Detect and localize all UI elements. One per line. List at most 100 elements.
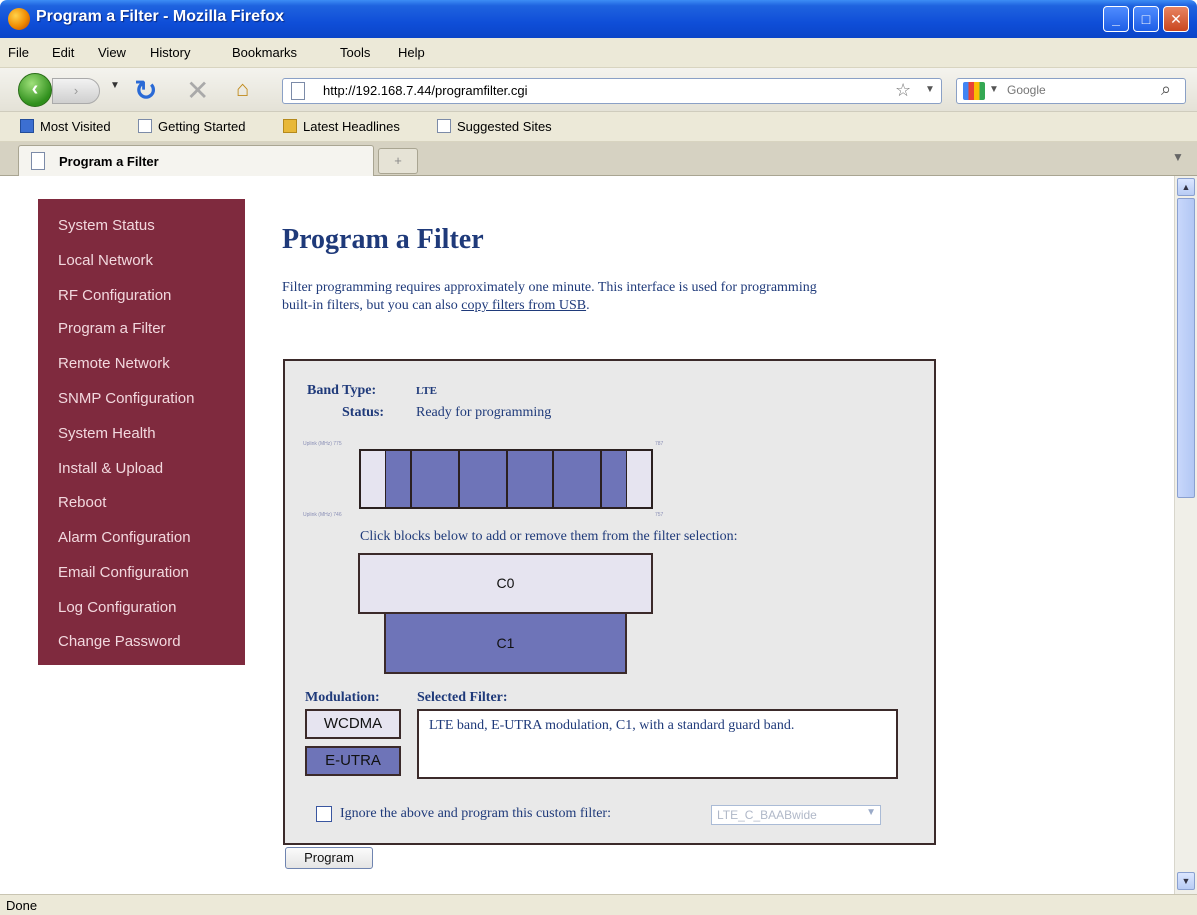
sidebar-item-change-password[interactable]: Change Password bbox=[58, 633, 181, 650]
spectrum-top-right-label: 787 bbox=[655, 441, 664, 447]
sidebar-item-alarm-configuration[interactable]: Alarm Configuration bbox=[58, 529, 191, 546]
block-c1[interactable]: C1 bbox=[384, 614, 627, 674]
sidebar-item-reboot[interactable]: Reboot bbox=[58, 494, 106, 511]
scroll-thumb[interactable] bbox=[1177, 198, 1195, 498]
search-engine-dropdown-icon[interactable]: ▼ bbox=[989, 84, 999, 95]
spectrum-block bbox=[385, 451, 411, 507]
vertical-scrollbar[interactable]: ▲ ▼ bbox=[1174, 176, 1197, 894]
sidebar-item-system-status[interactable]: System Status bbox=[58, 217, 155, 234]
spectrum-block bbox=[553, 451, 601, 507]
sidebar: System Status Local Network RF Configura… bbox=[38, 199, 245, 665]
forward-button[interactable]: › bbox=[52, 78, 100, 104]
menu-file[interactable]: File bbox=[8, 45, 29, 60]
menu-edit[interactable]: Edit bbox=[52, 45, 74, 60]
new-tab-button[interactable]: + bbox=[378, 148, 418, 174]
spectrum-top-left-label: Uplink (MHz) 775 bbox=[303, 441, 342, 447]
window-title: Program a Filter - Mozilla Firefox bbox=[36, 8, 285, 25]
chevron-down-icon: ▼ bbox=[866, 807, 876, 818]
search-bar[interactable]: ▼ ⌕ bbox=[956, 78, 1186, 104]
page-icon bbox=[291, 82, 305, 100]
status-text: Done bbox=[6, 898, 38, 913]
scroll-up-icon[interactable]: ▲ bbox=[1177, 178, 1195, 196]
rss-folder-icon bbox=[283, 119, 297, 133]
menu-view[interactable]: View bbox=[98, 45, 126, 60]
sidebar-item-system-health[interactable]: System Health bbox=[58, 425, 156, 442]
home-icon[interactable]: ⌂ bbox=[236, 76, 249, 102]
status-bar: Done bbox=[0, 894, 1197, 915]
title-bar: Program a Filter - Mozilla Firefox _ □ ✕ bbox=[0, 0, 1197, 38]
search-icon[interactable]: ⌕ bbox=[1161, 79, 1171, 100]
tab-program-a-filter[interactable]: Program a Filter bbox=[18, 145, 374, 176]
page-icon bbox=[138, 119, 152, 133]
menu-tools[interactable]: Tools bbox=[340, 45, 370, 60]
bookmark-star-icon[interactable]: ☆ bbox=[895, 80, 911, 101]
reload-icon[interactable]: ↻ bbox=[134, 74, 157, 107]
spectrum-block bbox=[507, 451, 553, 507]
custom-filter-label: Ignore the above and program this custom… bbox=[340, 806, 611, 821]
menu-history[interactable]: History bbox=[150, 45, 190, 60]
sidebar-item-snmp-configuration[interactable]: SNMP Configuration bbox=[58, 390, 194, 407]
status-value: Ready for programming bbox=[416, 405, 552, 420]
menu-bookmarks[interactable]: Bookmarks bbox=[232, 45, 297, 60]
tab-label: Program a Filter bbox=[59, 154, 159, 169]
spectrum-diagram bbox=[359, 449, 653, 509]
band-type-label: Band Type: bbox=[307, 383, 377, 398]
url-text[interactable]: http://192.168.7.44/programfilter.cgi bbox=[323, 83, 528, 98]
sidebar-item-remote-network[interactable]: Remote Network bbox=[58, 355, 170, 372]
close-button[interactable]: ✕ bbox=[1163, 6, 1189, 32]
most-visited-icon bbox=[20, 119, 34, 133]
history-dropdown-icon[interactable]: ▼ bbox=[110, 80, 120, 91]
maximize-button[interactable]: □ bbox=[1133, 6, 1159, 32]
bookmark-most-visited[interactable]: Most Visited bbox=[20, 119, 111, 134]
url-bar[interactable]: http://192.168.7.44/programfilter.cgi ☆ … bbox=[282, 78, 942, 104]
tab-bar: Program a Filter + ▼ bbox=[0, 142, 1197, 176]
bookmarks-toolbar: Most Visited Getting Started Latest Head… bbox=[0, 112, 1197, 142]
modulation-label: Modulation: bbox=[305, 690, 380, 705]
intro-text: Filter programming requires approximatel… bbox=[282, 280, 817, 313]
minimize-button[interactable]: _ bbox=[1103, 6, 1129, 32]
band-type-value: LTE bbox=[416, 385, 438, 397]
filter-panel: Band Type: LTE Status: Ready for program… bbox=[283, 359, 936, 845]
navigation-toolbar: ‹ › ▼ ↻ ✕ ⌂ http://192.168.7.44/programf… bbox=[0, 68, 1197, 112]
page-viewport: System Status Local Network RF Configura… bbox=[0, 176, 1174, 894]
status-label: Status: bbox=[342, 405, 385, 420]
selected-filter-text: LTE band, E-UTRA modulation, C1, with a … bbox=[417, 709, 898, 779]
url-dropdown-icon[interactable]: ▼ bbox=[925, 84, 935, 95]
selected-filter-label: Selected Filter: bbox=[417, 690, 508, 705]
copy-filters-link[interactable]: copy filters from USB bbox=[461, 298, 586, 313]
sidebar-item-local-network[interactable]: Local Network bbox=[58, 252, 153, 269]
search-input[interactable] bbox=[1007, 83, 1147, 97]
back-button[interactable]: ‹ bbox=[18, 73, 52, 107]
menu-help[interactable]: Help bbox=[398, 45, 425, 60]
block-instruction: Click blocks below to add or remove them… bbox=[360, 529, 738, 544]
custom-filter-select[interactable]: LTE_C_BAABwide ▼ bbox=[711, 805, 881, 825]
block-c0[interactable]: C0 bbox=[358, 553, 653, 614]
page-title: Program a Filter bbox=[282, 224, 484, 255]
custom-filter-checkbox[interactable] bbox=[316, 806, 332, 822]
sidebar-item-email-configuration[interactable]: Email Configuration bbox=[58, 564, 189, 581]
sidebar-item-log-configuration[interactable]: Log Configuration bbox=[58, 599, 176, 616]
bookmark-latest-headlines[interactable]: Latest Headlines bbox=[283, 119, 400, 134]
page-icon bbox=[437, 119, 451, 133]
spectrum-bottom-right-label: 757 bbox=[655, 512, 664, 518]
tab-list-icon[interactable]: ▼ bbox=[1172, 150, 1184, 164]
bookmark-suggested-sites[interactable]: Suggested Sites bbox=[437, 119, 552, 134]
spectrum-bottom-left-label: Uplink (MHz) 746 bbox=[303, 512, 342, 518]
sidebar-item-install-upload[interactable]: Install & Upload bbox=[58, 460, 163, 477]
menu-bar: File Edit View History Bookmarks Tools H… bbox=[0, 38, 1197, 68]
modulation-wcdma-button[interactable]: WCDMA bbox=[305, 709, 401, 739]
scroll-down-icon[interactable]: ▼ bbox=[1177, 872, 1195, 890]
program-button[interactable]: Program bbox=[285, 847, 373, 869]
modulation-eutra-button[interactable]: E-UTRA bbox=[305, 746, 401, 776]
spectrum-block bbox=[459, 451, 507, 507]
sidebar-item-program-a-filter[interactable]: Program a Filter bbox=[58, 320, 166, 337]
spectrum-block bbox=[601, 451, 627, 507]
stop-icon[interactable]: ✕ bbox=[186, 74, 209, 107]
custom-filter-value: LTE_C_BAABwide bbox=[717, 808, 817, 822]
search-engine-icon[interactable] bbox=[963, 82, 985, 100]
spectrum-block bbox=[411, 451, 459, 507]
firefox-icon bbox=[8, 8, 30, 30]
sidebar-item-rf-configuration[interactable]: RF Configuration bbox=[58, 287, 171, 304]
bookmark-getting-started[interactable]: Getting Started bbox=[138, 119, 245, 134]
page-icon bbox=[31, 152, 45, 170]
